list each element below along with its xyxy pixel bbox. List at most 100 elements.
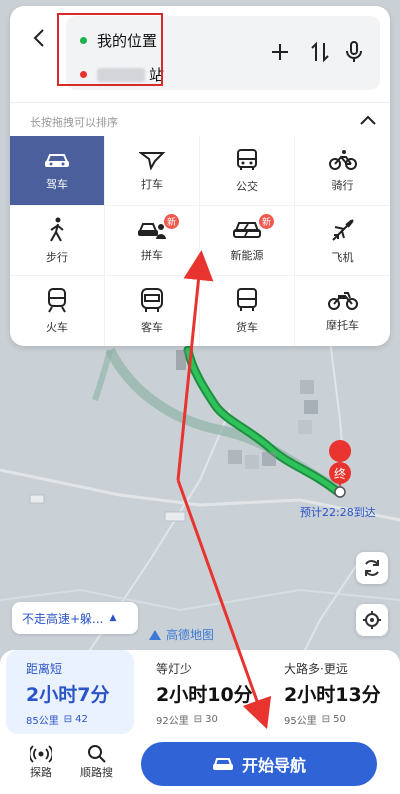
search-icon: [87, 745, 106, 763]
carpool-icon: [138, 222, 166, 239]
car-icon: [45, 153, 69, 167]
plan-distance: 92公里: [156, 716, 189, 727]
plane-icon: [331, 218, 354, 241]
plan-lights: 42: [75, 714, 88, 725]
destination-redacted: [97, 67, 145, 82]
mode-train[interactable]: 火车: [10, 276, 105, 346]
route-plan-1[interactable]: 距离短 2小时7分 85公里 ⊟ 42: [6, 650, 134, 734]
walk-icon: [50, 217, 64, 241]
end-marker-label: 终: [334, 466, 346, 481]
start-navigation-button[interactable]: 开始导航: [141, 742, 377, 786]
route-plan-3[interactable]: 大路多·更远 2小时13分 95公里 ⊟ 50: [264, 650, 392, 734]
motorcycle-icon: [327, 292, 358, 310]
truck-icon: [237, 288, 257, 311]
bus-icon: [237, 148, 257, 170]
back-arrow-icon: [33, 29, 44, 47]
brand-logo: 高德地图: [148, 626, 214, 643]
explore-road-button[interactable]: 探路: [30, 744, 52, 780]
plan-duration: 2小时7分: [26, 684, 110, 706]
taxi-flag-icon: [139, 151, 165, 170]
new-badge: 新: [164, 214, 180, 229]
mode-label: 打车: [141, 177, 163, 191]
refresh-icon: [365, 560, 379, 576]
mode-label: 驾车: [46, 177, 68, 191]
coach-icon: [141, 288, 163, 312]
plan-lights: 30: [205, 714, 218, 725]
locate-button[interactable]: [356, 604, 388, 636]
action-label: 顺路搜: [80, 766, 113, 779]
plan-meta: 95公里 ⊟ 50: [284, 712, 346, 727]
mode-label: 公交: [236, 179, 258, 193]
new-badge: 新: [259, 214, 275, 229]
brand-name: 高德地图: [166, 628, 215, 642]
route-search-card: 我的位置 站 长按拖拽可以排序 驾车 打车 公交 骑行 步行 新 拼车 新 新能…: [10, 6, 390, 346]
traffic-light-icon: ⊟: [63, 714, 73, 725]
mode-label: 骑行: [331, 178, 354, 192]
mode-plane[interactable]: 飞机: [295, 206, 390, 276]
plan-distance: 85公里: [26, 716, 59, 727]
car-icon: [212, 758, 233, 770]
plan-meta: 92公里 ⊟ 30: [156, 712, 218, 727]
mode-label: 摩托车: [326, 319, 359, 332]
mode-ev[interactable]: 新 新能源: [200, 206, 295, 276]
plan-lights: 50: [333, 714, 346, 725]
caret-up-icon: ▲: [109, 613, 117, 623]
start-navigation-label: 开始导航: [241, 756, 306, 775]
mode-label: 步行: [46, 250, 68, 264]
transport-mode-grid: 驾车 打车 公交 骑行 步行 新 拼车 新 新能源 飞机 火车 客车 货车 摩托…: [10, 136, 390, 346]
mode-drive[interactable]: 驾车: [10, 136, 105, 206]
collapse-button[interactable]: [356, 108, 380, 132]
traffic-light-icon: ⊟: [193, 714, 203, 725]
search-along-button[interactable]: 顺路搜: [80, 744, 113, 780]
ev-car-icon: [233, 221, 261, 238]
mode-label: 拼车: [141, 248, 163, 262]
origin-dot: [80, 37, 87, 44]
mode-motorcycle[interactable]: 摩托车: [295, 276, 390, 346]
card-divider: [10, 102, 390, 103]
destination-row[interactable]: 站: [80, 64, 164, 85]
route-preference-button[interactable]: 不走高速+躲... ▲: [12, 602, 138, 634]
traffic-light-icon: ⊟: [321, 714, 331, 725]
route-plan-2[interactable]: 等灯少 2小时10分 92公里 ⊟ 30: [136, 650, 264, 734]
plan-duration: 2小时10分: [156, 684, 253, 706]
preference-label: 不走高速+躲...: [22, 611, 104, 626]
mode-bike[interactable]: 骑行: [295, 136, 390, 206]
mode-carpool[interactable]: 新 拼车: [105, 206, 200, 276]
mode-taxi[interactable]: 打车: [105, 136, 200, 206]
action-label: 探路: [30, 766, 52, 779]
plan-tag: 距离短: [26, 662, 63, 676]
mode-walk[interactable]: 步行: [10, 206, 105, 276]
mode-label: 货车: [236, 321, 258, 334]
destination-dot: [80, 71, 87, 78]
destination-label: 站: [149, 66, 165, 84]
refresh-route-button[interactable]: [356, 552, 388, 584]
microphone-icon: [346, 41, 362, 62]
sort-hint: 长按拖拽可以排序: [30, 116, 118, 129]
plan-tag: 等灯少: [156, 662, 193, 676]
origin-label: 我的位置: [97, 32, 158, 50]
origin-row[interactable]: 我的位置: [80, 30, 157, 51]
add-icon: [272, 44, 288, 60]
swap-route-button[interactable]: [306, 38, 334, 66]
chevron-up-icon: [360, 115, 376, 125]
back-button[interactable]: [22, 20, 58, 56]
plan-duration: 2小时13分: [284, 684, 381, 706]
add-waypoint-button[interactable]: [266, 38, 294, 66]
plan-meta: 85公里 ⊟ 42: [26, 712, 88, 727]
radar-icon: [30, 745, 52, 763]
eta-text: 预计22:28到达: [300, 506, 376, 519]
swap-icon: [311, 41, 329, 63]
locate-icon: [363, 611, 381, 629]
bicycle-icon: [328, 149, 357, 170]
plan-distance: 95公里: [284, 716, 317, 727]
mode-coach[interactable]: 客车: [105, 276, 200, 346]
mode-label: 火车: [46, 321, 68, 334]
plan-tag: 大路多·更远: [284, 662, 348, 676]
mode-label: 新能源: [230, 248, 264, 262]
voice-input-button[interactable]: [340, 38, 368, 66]
mode-label: 飞机: [331, 250, 354, 264]
amap-logo-icon: [149, 629, 161, 640]
mode-truck[interactable]: 货车: [200, 276, 295, 346]
train-icon: [48, 288, 66, 313]
mode-bus[interactable]: 公交: [200, 136, 295, 206]
